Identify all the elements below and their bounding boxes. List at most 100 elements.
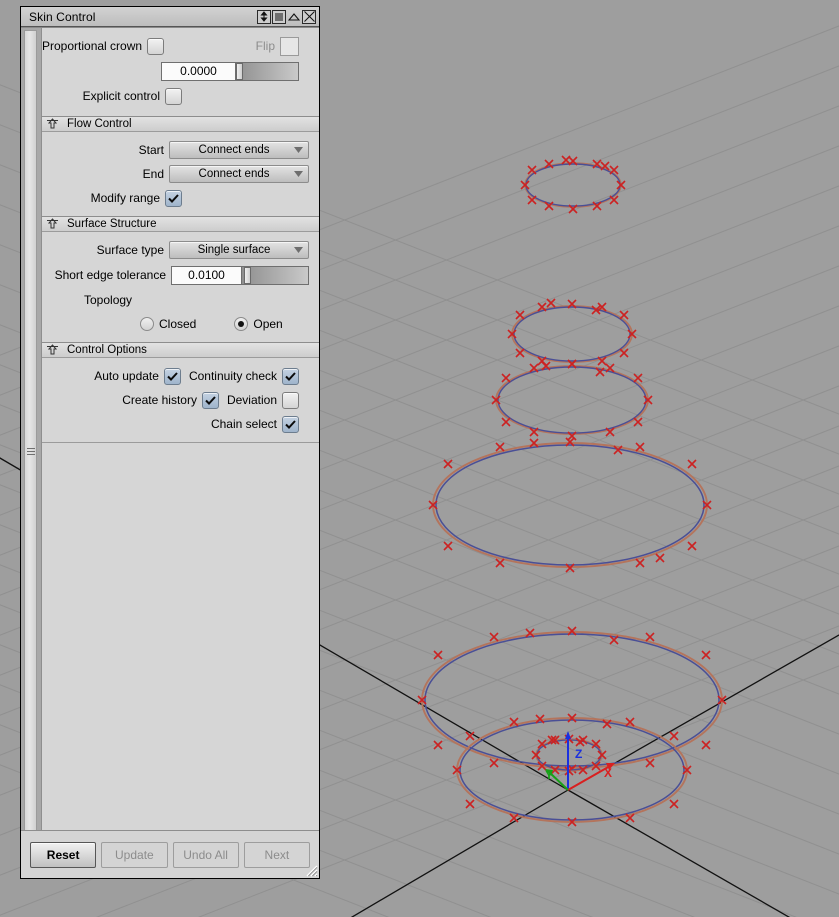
flow-control-title: Flow Control — [67, 118, 132, 130]
continuity-check-checkbox[interactable] — [282, 367, 299, 385]
section-header-surface-structure[interactable]: Surface Structure — [42, 216, 319, 232]
row-proportional-crown: Proportional crown Flip — [42, 34, 309, 58]
radio-open-indicator — [234, 317, 249, 331]
row-topology-label: Topology — [42, 288, 309, 312]
row-explicit-control: Explicit control — [42, 84, 309, 108]
flip-label: Flip — [255, 39, 275, 53]
surface-type-value: Single surface — [197, 244, 271, 256]
row-short-edge-tolerance: Short edge tolerance 0.0100 — [42, 262, 309, 288]
collapse-icon[interactable] — [287, 10, 301, 24]
section-collapse-icon — [47, 118, 58, 129]
panel-title: Skin Control — [29, 9, 96, 24]
start-label: Start — [138, 143, 164, 157]
next-button[interactable]: Next — [243, 841, 310, 868]
proportional-crown-checkbox[interactable] — [147, 37, 165, 55]
section-collapse-icon — [47, 218, 58, 229]
panel-titlebar[interactable]: Skin Control — [21, 7, 319, 27]
top-options-group: Proportional crown Flip 0.0000 Explicit … — [42, 28, 319, 116]
proportional-crown-label: Proportional crown — [42, 39, 143, 53]
row-auto-update: Auto update Continuity check — [42, 364, 309, 388]
row-topology-options: Closed Open — [42, 312, 309, 336]
explicit-control-label: Explicit control — [82, 89, 160, 103]
create-history-label: Create history — [122, 393, 197, 407]
row-modify-range: Modify range — [42, 186, 309, 210]
axis-label-x: X — [604, 766, 612, 780]
flip-checkbox — [280, 36, 299, 56]
crown-value-field[interactable]: 0.0000 — [161, 61, 236, 81]
section-header-control-options[interactable]: Control Options — [42, 342, 319, 358]
check-icon — [285, 371, 296, 381]
surface-structure-title: Surface Structure — [67, 218, 157, 230]
row-chain-select: Chain select — [42, 412, 309, 436]
row-create-history: Create history Deviation — [42, 388, 309, 412]
chain-select-label: Chain select — [210, 417, 277, 431]
check-icon — [167, 371, 178, 381]
topology-closed-label: Closed — [159, 317, 197, 331]
menu-icon[interactable] — [272, 9, 286, 24]
surface-type-dropdown[interactable]: Single surface — [169, 241, 309, 259]
radio-closed-indicator — [140, 317, 154, 331]
scrollbar-grip-handle[interactable] — [27, 448, 35, 457]
panel-empty-space — [42, 442, 319, 830]
auto-update-checkbox[interactable] — [163, 367, 181, 385]
undo-all-button[interactable]: Undo All — [172, 841, 239, 868]
panel-content: Proportional crown Flip 0.0000 Explicit … — [42, 28, 319, 830]
end-label: End — [142, 167, 164, 181]
panel-scrollbar[interactable] — [21, 28, 42, 835]
topology-radio-open[interactable]: Open — [234, 317, 283, 331]
panel-body: Proportional crown Flip 0.0000 Explicit … — [21, 27, 319, 835]
row-end: End Connect ends — [42, 162, 309, 186]
crown-value-slider[interactable]: 0.0000 — [161, 61, 299, 81]
row-crown-slider: 0.0000 — [42, 58, 309, 84]
row-start: Start Connect ends — [42, 138, 309, 162]
axis-label-z: Z — [575, 747, 582, 761]
create-history-checkbox[interactable] — [201, 391, 219, 409]
chevron-down-icon — [294, 147, 303, 153]
auto-update-label: Auto update — [94, 369, 159, 383]
short-edge-tolerance-field[interactable]: 0.0100 — [171, 265, 242, 285]
check-icon — [168, 193, 179, 203]
section-body-control-options: Auto update Continuity check Create hist… — [42, 358, 319, 442]
section-body-flow-control: Start Connect ends End Connect ends Modi… — [42, 132, 319, 216]
topology-label: Topology — [84, 293, 133, 307]
start-dropdown[interactable]: Connect ends — [169, 141, 309, 159]
short-edge-tolerance-track[interactable] — [242, 265, 309, 285]
crown-value-thumb[interactable] — [236, 62, 243, 80]
update-button[interactable]: Update — [101, 841, 168, 868]
section-header-flow-control[interactable]: Flow Control — [42, 116, 319, 132]
reset-button[interactable]: Reset — [30, 841, 97, 868]
deviation-label: Deviation — [226, 393, 277, 407]
continuity-check-label: Continuity check — [188, 369, 277, 383]
row-surface-type: Surface type Single surface — [42, 238, 309, 262]
axis-label-y: Y — [545, 768, 553, 782]
titlebar-button-group — [257, 9, 316, 24]
surface-type-label: Surface type — [96, 243, 164, 257]
check-icon — [285, 419, 296, 429]
resize-vertical-icon[interactable] — [257, 9, 271, 24]
chevron-down-icon — [294, 171, 303, 177]
modify-range-label: Modify range — [90, 191, 160, 205]
end-dropdown[interactable]: Connect ends — [169, 165, 309, 183]
chevron-down-icon — [294, 247, 303, 253]
deviation-checkbox[interactable] — [282, 391, 299, 409]
modify-range-checkbox[interactable] — [165, 189, 182, 207]
resize-grip-icon[interactable] — [304, 863, 318, 877]
end-value: Connect ends — [198, 168, 270, 180]
explicit-control-checkbox[interactable] — [165, 87, 182, 105]
crown-value-track[interactable] — [236, 61, 299, 81]
skin-control-panel: Skin Control Proportional crown Flip 0.0… — [20, 6, 320, 879]
check-icon — [205, 395, 216, 405]
chain-select-checkbox[interactable] — [282, 415, 299, 433]
scrollbar-thumb[interactable] — [24, 30, 37, 835]
panel-footer: Reset Update Undo All Next — [21, 830, 319, 878]
topology-open-label: Open — [253, 317, 283, 331]
close-icon[interactable] — [302, 9, 316, 24]
section-body-surface-structure: Surface type Single surface Short edge t… — [42, 232, 319, 342]
start-value: Connect ends — [198, 144, 270, 156]
short-edge-tolerance-label: Short edge tolerance — [54, 268, 166, 282]
short-edge-tolerance-thumb[interactable] — [244, 266, 251, 284]
control-options-title: Control Options — [67, 344, 147, 356]
section-collapse-icon — [47, 344, 58, 355]
short-edge-tolerance-slider[interactable]: 0.0100 — [171, 265, 309, 285]
topology-radio-closed[interactable]: Closed — [140, 317, 196, 331]
